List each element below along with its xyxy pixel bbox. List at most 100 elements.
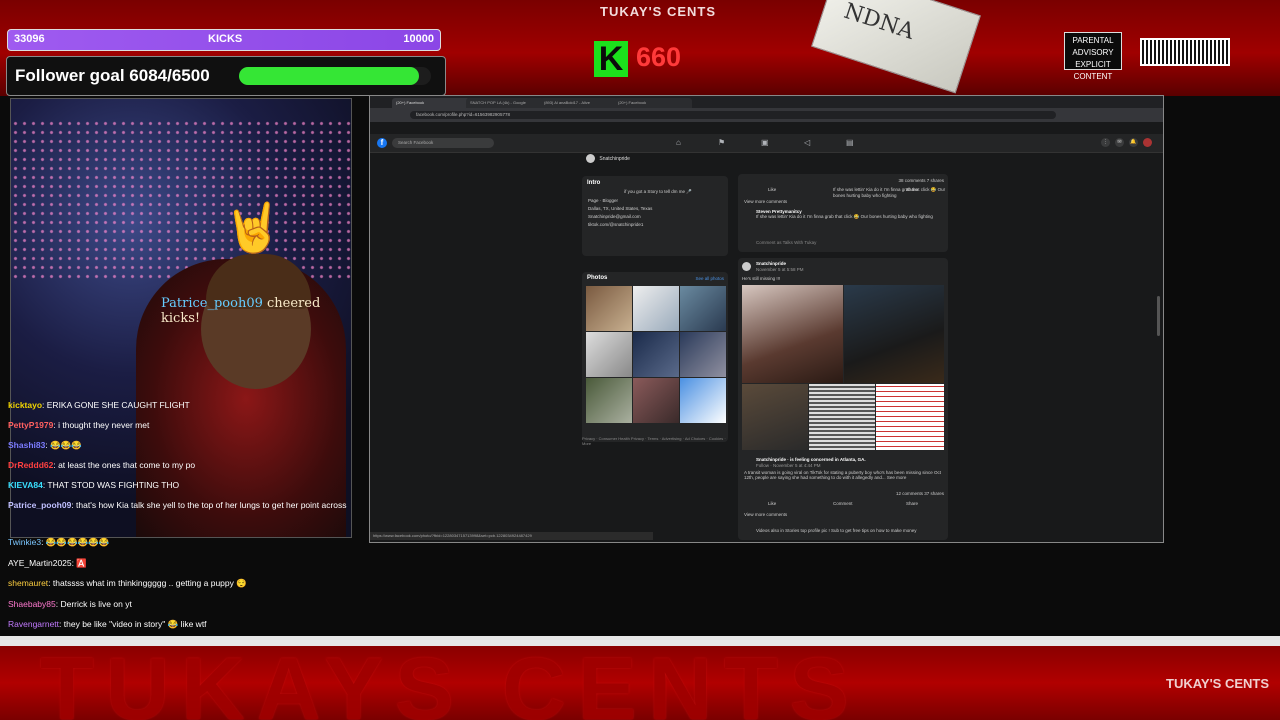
like-button[interactable]: Like — [768, 187, 776, 192]
profile-avatar[interactable] — [586, 154, 595, 163]
flag-icon[interactable]: ⚑ — [718, 138, 725, 147]
photo-thumbnail[interactable] — [586, 286, 632, 331]
intro-title: Intro — [587, 180, 601, 186]
chat-message: Shashi83: 😂😂😂 — [8, 440, 82, 450]
share-button[interactable]: Share — [906, 187, 918, 192]
chat-message: AYE_Martin2025: 🅰️ — [8, 557, 87, 568]
post-photo[interactable] — [742, 384, 808, 450]
chat-user: AYE_Martin2025 — [8, 557, 72, 568]
shared-date[interactable]: Follow · November 5 at 4:44 PM — [756, 463, 821, 468]
chat-message: shemauret: thatssss what im thinkinggggg… — [8, 578, 247, 588]
post-photo[interactable] — [809, 384, 875, 450]
home-icon[interactable]: ⌂ — [676, 138, 681, 147]
kicks-current: 33096 — [14, 33, 45, 45]
chat-message: KIEVA84: THAT STOD WAS FIGHTING THO — [8, 480, 180, 490]
share-button[interactable]: Share — [906, 501, 918, 506]
browser-tab[interactable]: (893) Al anaBold17 - Alive — [540, 98, 618, 108]
photo-thumbnail[interactable] — [586, 378, 632, 423]
divider — [0, 636, 1280, 646]
background-lights — [11, 119, 351, 279]
chat-text: that's how Kia talk she yell to the top … — [76, 500, 347, 510]
shared-author[interactable]: Snatchinpride · is feeling concerned in … — [756, 457, 942, 462]
post-photo[interactable] — [844, 285, 944, 383]
cheer-user: Patrice_pooh09 — [161, 296, 263, 311]
notifications-icon[interactable]: 🔔 — [1129, 138, 1138, 147]
browser-tab[interactable]: SNATCH POP LA (4k) - Google — [466, 98, 544, 108]
post-avatar[interactable] — [742, 262, 751, 271]
intro-line[interactable]: tiktok.com/@snatchinpride1 — [588, 222, 728, 227]
messenger-icon[interactable]: ✉ — [1115, 138, 1124, 147]
marketplace-icon[interactable]: ▣ — [761, 138, 769, 147]
post-photo[interactable] — [742, 285, 843, 383]
chat-message: PettyP1979: i thought they never met — [8, 420, 150, 430]
photo-thumbnail[interactable] — [586, 332, 632, 377]
follower-goal-label: Follower goal 6084/6500 — [15, 66, 210, 85]
gaming-icon[interactable]: ▤ — [846, 138, 854, 147]
chat-message: Ravengarnett: they be like "video in sto… — [8, 619, 207, 629]
chat-overlay: kicktayo: ERIKA GONE SHE CAUGHT FLIGHT P… — [8, 400, 348, 520]
chat-message: Twinkie3: 😂😂😂😂😂😂 — [8, 537, 110, 547]
see-all-photos-link[interactable]: See all photos — [695, 276, 724, 281]
footer-links[interactable]: Privacy · Consumer Health Privacy · Term… — [582, 436, 728, 446]
top-brand-text: TUKAY'S CENTS — [600, 4, 717, 19]
feed-post: Snatchinpride November 5 at 5:58 PM He's… — [738, 258, 948, 540]
chat-user: PettyP1979 — [8, 420, 54, 430]
avatar[interactable] — [1143, 138, 1152, 147]
kicks-label: KICKS — [208, 33, 243, 45]
menu-icon[interactable]: ⋮ — [1101, 138, 1110, 147]
chat-message: Shaebaby85: Derrick is live on yt — [8, 598, 132, 609]
browser-tab[interactable]: (20+) Facebook — [392, 98, 470, 108]
profile-name[interactable]: Snatchinpride — [599, 156, 630, 162]
chat-text: they be like "video in story" 😂 like wtf — [63, 619, 207, 629]
facebook-header: f Search Facebook ⌂ ⚑ ▣ ◁ ▤ ⋮ ✉ 🔔 — [370, 134, 1163, 153]
kick-count: 660 — [636, 42, 682, 72]
post-author[interactable]: Snatchinpride — [756, 261, 786, 266]
kick-logo-icon: K — [594, 41, 628, 77]
intro-line[interactable]: Snatchinpride@gmail.com — [588, 214, 728, 219]
photo-thumbnail[interactable] — [633, 378, 679, 423]
cheer-alert: Patrice_pooh09 cheered kicks! — [161, 296, 351, 326]
intro-card: Intro if you got a Story to tell dm me 🎤… — [582, 176, 728, 256]
facebook-search-input[interactable]: Search Facebook — [392, 138, 494, 148]
parental-advisory-logo: PARENTAL ADVISORY EXPLICIT CONTENT — [1064, 32, 1122, 81]
barcode-graphic — [1140, 38, 1230, 66]
megaphone-icon[interactable]: ◁ — [804, 138, 810, 147]
photo-grid — [586, 286, 728, 423]
like-button[interactable]: Like — [768, 501, 776, 506]
post-stats[interactable]: 38 comments 7 shares — [898, 178, 944, 183]
follower-goal-progress-track — [239, 67, 431, 85]
photo-thumbnail[interactable] — [680, 378, 726, 423]
photos-card: Photos See all photos — [582, 272, 728, 442]
browser-tab[interactable]: (20+) Facebook — [614, 98, 692, 108]
bill-text: NDNA — [840, 0, 918, 45]
photo-thumbnail[interactable] — [680, 332, 726, 377]
photo-thumbnail[interactable] — [680, 286, 726, 331]
kicks-goal-bar: 33096 KICKS 10000 — [7, 29, 441, 51]
comment-button[interactable]: Comment — [833, 501, 853, 506]
shared-text: A transit woman is going viral on TikTok… — [744, 470, 941, 480]
comment-button[interactable]: If she was lettin' Kia do it I'm finna g… — [833, 187, 948, 198]
chat-message: DrReddd62: at least the ones that come t… — [8, 460, 196, 470]
chat-text: 😂😂😂😂😂😂 — [45, 537, 110, 547]
browser-tabbar: (20+) Facebook SNATCH POP LA (4k) - Goog… — [370, 96, 1163, 108]
chat-text: 😂😂😂 — [50, 440, 82, 450]
chat-user: kicktayo — [8, 400, 43, 410]
chat-user: Ravengarnett — [8, 619, 60, 629]
post-photo[interactable] — [876, 384, 944, 450]
comment-input[interactable]: Comment as Talks With Tukay — [756, 240, 816, 245]
view-more-comments[interactable]: View more comments — [744, 199, 787, 204]
url-input[interactable]: facebook.com/profile.php?id=615639829057… — [410, 111, 1056, 119]
follower-goal-widget: Follower goal 6084/6500 — [6, 56, 446, 96]
post-stats[interactable]: 12 comments 37 shares — [896, 491, 944, 496]
photo-thumbnail[interactable] — [633, 286, 679, 331]
view-more-comments[interactable]: View more comments — [744, 512, 787, 517]
chat-text: thatssss what im thinkinggggg .. getting… — [52, 578, 247, 588]
browser-window: (20+) Facebook SNATCH POP LA (4k) - Goog… — [369, 95, 1164, 543]
status-url: https://www.facebook.com/photo/?fbid=122… — [370, 532, 653, 540]
scrollbar[interactable] — [1157, 296, 1160, 336]
post-date[interactable]: November 5 at 5:58 PM — [756, 267, 804, 272]
chat-text: ERIKA GONE SHE CAUGHT FLIGHT — [46, 400, 190, 410]
facebook-logo-icon[interactable]: f — [377, 138, 387, 148]
photo-thumbnail[interactable] — [633, 332, 679, 377]
chat-text: Derrick is live on yt — [60, 598, 132, 609]
